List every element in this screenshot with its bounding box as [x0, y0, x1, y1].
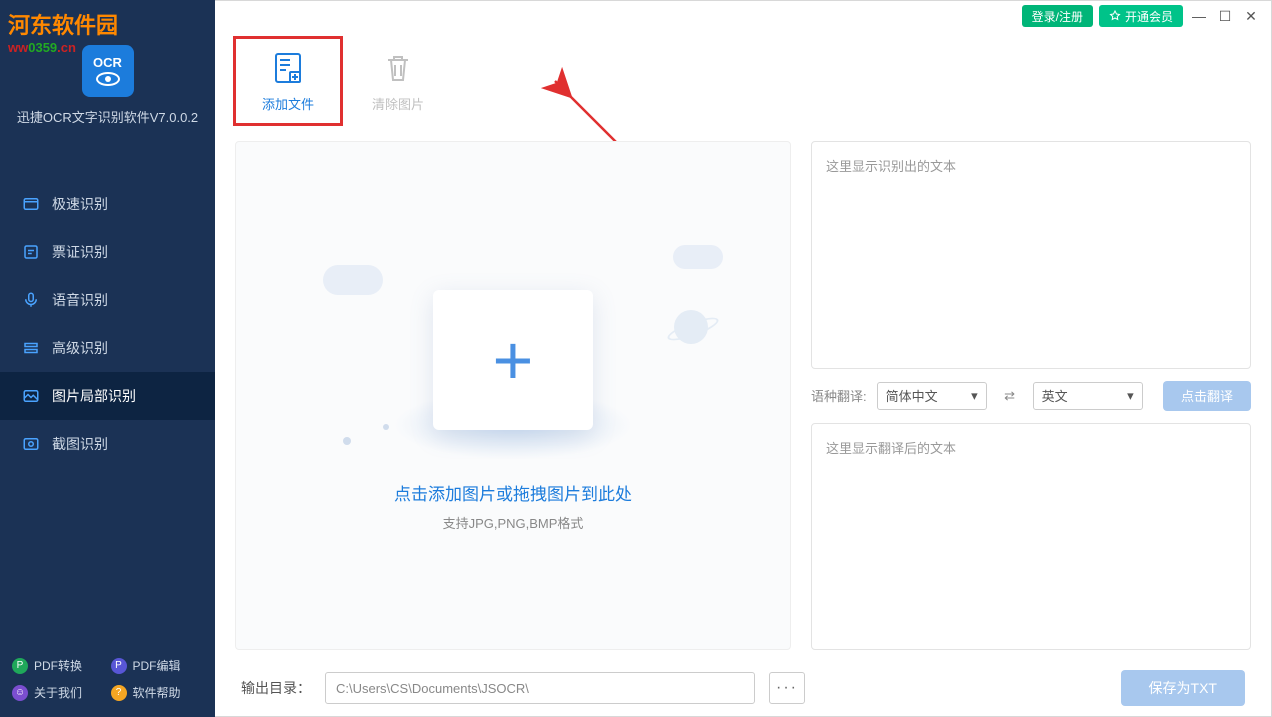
link-pdf-edit[interactable]: PPDF编辑	[111, 657, 204, 674]
cloud-icon	[323, 265, 383, 295]
footer: 输出目录： C:\Users\CS\Documents\JSOCR\ ··· 保…	[215, 660, 1271, 716]
add-files-label: 添加文件	[262, 94, 314, 113]
nav-label: 截图识别	[52, 434, 108, 454]
sidebar: 河东软件园 ww0359.cn OCR 迅捷OCR文字识别软件V7.0.0.2 …	[0, 0, 215, 717]
plus-icon: +	[493, 325, 534, 395]
close-button[interactable]: ✕	[1241, 6, 1261, 26]
plus-box: +	[433, 290, 593, 430]
drop-illustration: +	[373, 260, 653, 460]
watermark: 河东软件园 ww0359.cn	[8, 8, 118, 55]
nav-label: 高级识别	[52, 338, 108, 358]
bottom-links: PPDF转换 PPDF编辑 ☺关于我们 ?软件帮助	[0, 641, 215, 717]
output-path-input[interactable]: C:\Users\CS\Documents\JSOCR\	[325, 672, 755, 704]
cloud-icon	[673, 245, 723, 269]
main: 登录/注册 开通会员 — ☐ ✕ 添加文件 清除图片	[215, 0, 1272, 717]
chevron-down-icon: ▾	[1127, 388, 1134, 404]
browse-button[interactable]: ···	[769, 672, 805, 704]
add-files-button[interactable]: 添加文件	[233, 36, 343, 126]
translated-textbox[interactable]: 这里显示翻译后的文本	[811, 423, 1251, 651]
chevron-down-icon: ▾	[971, 388, 978, 404]
clear-images-button[interactable]: 清除图片	[343, 36, 453, 126]
layers-icon	[22, 339, 40, 357]
recognized-textbox[interactable]: 这里显示识别出的文本	[811, 141, 1251, 369]
link-about[interactable]: ☺关于我们	[12, 684, 105, 701]
right-panel: 这里显示识别出的文本 语种翻译: 简体中文 ▾ ⇄ 英文 ▾ 点击翻译 这里显示…	[811, 141, 1251, 650]
drop-subtitle: 支持JPG,PNG,BMP格式	[443, 513, 584, 532]
about-icon: ☺	[12, 685, 28, 701]
content: + 点击添加图片或拖拽图片到此处 支持JPG,PNG,BMP格式 这里显示识别出…	[215, 131, 1271, 660]
nav-label: 票证识别	[52, 242, 108, 262]
nav-ticket-ocr[interactable]: 票证识别	[0, 228, 215, 276]
nav-label: 图片局部识别	[52, 386, 136, 406]
nav-image-region-ocr[interactable]: 图片局部识别	[0, 372, 215, 420]
drop-zone[interactable]: + 点击添加图片或拖拽图片到此处 支持JPG,PNG,BMP格式	[235, 141, 791, 650]
vip-button[interactable]: 开通会员	[1099, 5, 1183, 27]
translate-row: 语种翻译: 简体中文 ▾ ⇄ 英文 ▾ 点击翻译	[811, 381, 1251, 411]
swap-lang-button[interactable]: ⇄	[997, 385, 1023, 407]
image-icon	[22, 387, 40, 405]
nav: 极速识别 票证识别 语音识别 高级识别 图片局部识别 截图识别	[0, 140, 215, 641]
output-label: 输出目录：	[241, 678, 311, 698]
drop-title: 点击添加图片或拖拽图片到此处	[394, 480, 632, 505]
add-file-icon	[270, 50, 306, 86]
help-icon: ?	[111, 685, 127, 701]
zap-icon	[22, 195, 40, 213]
link-pdf-convert[interactable]: PPDF转换	[12, 657, 105, 674]
nav-label: 极速识别	[52, 194, 108, 214]
planet-icon	[674, 310, 708, 344]
link-help[interactable]: ?软件帮助	[111, 684, 204, 701]
minimize-button[interactable]: —	[1189, 6, 1209, 26]
nav-voice-ocr[interactable]: 语音识别	[0, 276, 215, 324]
translate-button[interactable]: 点击翻译	[1163, 381, 1251, 411]
mic-icon	[22, 291, 40, 309]
trash-icon	[380, 50, 416, 86]
maximize-button[interactable]: ☐	[1215, 6, 1235, 26]
lang-from-select[interactable]: 简体中文 ▾	[877, 382, 987, 410]
clear-images-label: 清除图片	[372, 94, 424, 113]
nav-advanced-ocr[interactable]: 高级识别	[0, 324, 215, 372]
pdf-convert-icon: P	[12, 658, 28, 674]
login-button[interactable]: 登录/注册	[1022, 5, 1093, 27]
logo-area: 河东软件园 ww0359.cn OCR 迅捷OCR文字识别软件V7.0.0.2	[0, 0, 215, 140]
screenshot-icon	[22, 435, 40, 453]
nav-label: 语音识别	[52, 290, 108, 310]
ticket-icon	[22, 243, 40, 261]
translate-label: 语种翻译:	[811, 386, 867, 405]
lang-to-select[interactable]: 英文 ▾	[1033, 382, 1143, 410]
eye-icon	[96, 72, 120, 86]
save-txt-button[interactable]: 保存为TXT	[1121, 670, 1245, 706]
nav-fast-ocr[interactable]: 极速识别	[0, 180, 215, 228]
nav-screenshot-ocr[interactable]: 截图识别	[0, 420, 215, 468]
app-title: 迅捷OCR文字识别软件V7.0.0.2	[17, 107, 198, 126]
pdf-edit-icon: P	[111, 658, 127, 674]
titlebar: 登录/注册 开通会员 — ☐ ✕	[215, 1, 1271, 31]
toolbar: 添加文件 清除图片	[215, 31, 1271, 131]
